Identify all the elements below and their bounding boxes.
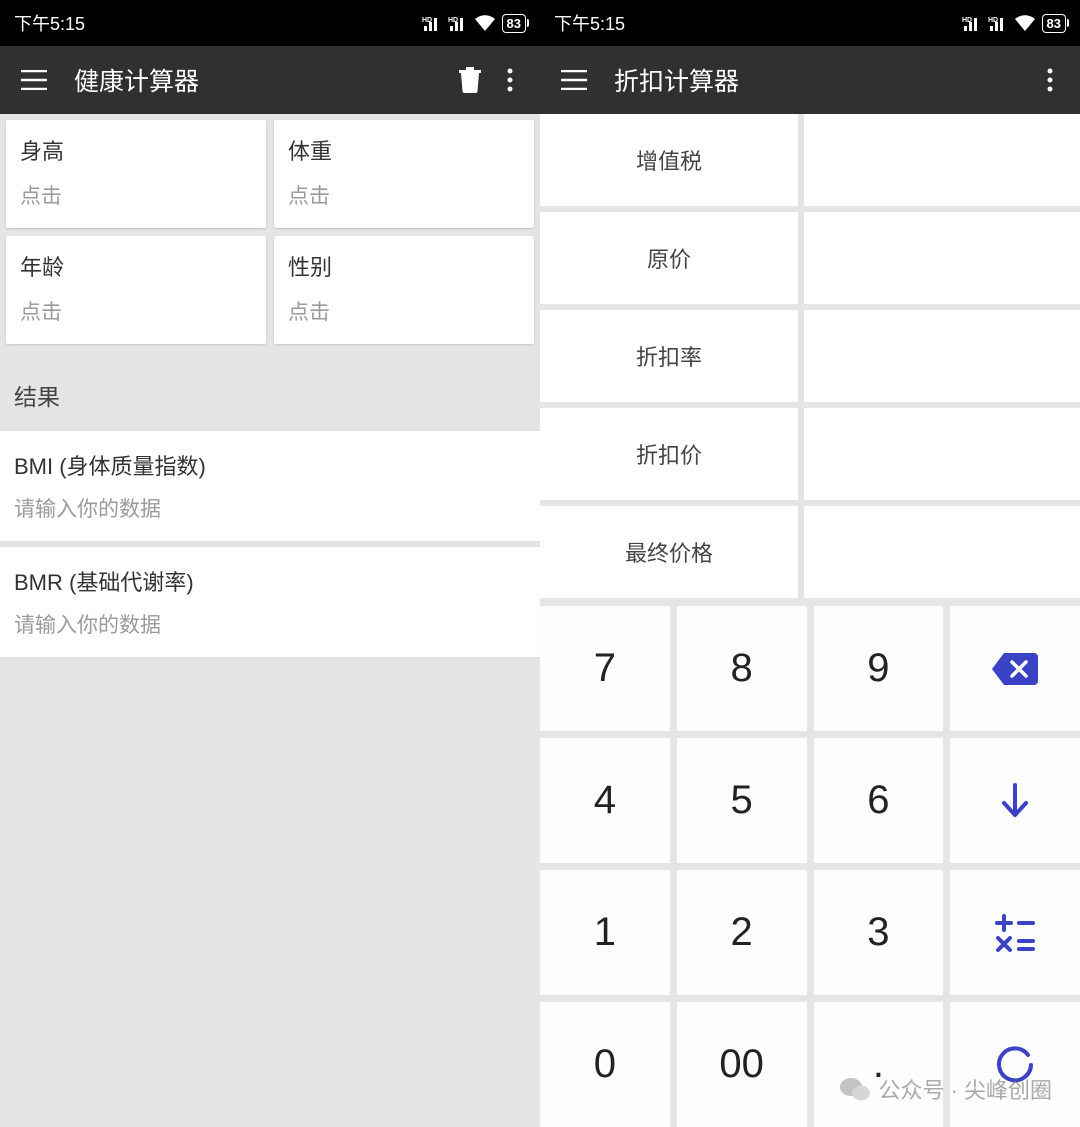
- field-discount-price: 折扣价: [540, 408, 1080, 500]
- keypad: 7 8 9 4 5 6 1 2 3: [540, 604, 1080, 1127]
- status-icons: HD HD 83: [962, 14, 1066, 33]
- screen-discount-calculator: 下午5:15 HD HD 83 折扣计算器 增值税 原: [540, 0, 1080, 1127]
- result-bmi: BMI (身体质量指数) 请输入你的数据: [0, 430, 540, 542]
- result-sub: 请输入你的数据: [14, 493, 526, 523]
- signal-hd-icon: HD: [962, 15, 982, 31]
- more-icon[interactable]: [490, 60, 530, 100]
- input-hint: 点击: [20, 296, 252, 326]
- results-header: 结果: [0, 350, 540, 430]
- input-hint: 点击: [288, 296, 520, 326]
- result-sub: 请输入你的数据: [14, 609, 526, 639]
- operators-icon: [994, 912, 1036, 954]
- input-label: 体重: [288, 134, 520, 166]
- field-vat: 增值税: [540, 114, 1080, 206]
- key-7[interactable]: 7: [540, 606, 670, 731]
- wifi-icon: [474, 15, 496, 31]
- field-label: 折扣价: [540, 408, 798, 500]
- signal-hd-icon: HD: [422, 15, 442, 31]
- key-5[interactable]: 5: [677, 738, 807, 863]
- status-bar: 下午5:15 HD HD 83: [540, 0, 1080, 46]
- app-title: 折扣计算器: [594, 62, 1030, 98]
- menu-icon[interactable]: [554, 60, 594, 100]
- input-gender[interactable]: 性别 点击: [274, 236, 534, 344]
- field-value[interactable]: [804, 310, 1080, 402]
- battery-level: 83: [507, 16, 521, 31]
- status-icons: HD HD 83: [422, 14, 526, 33]
- more-icon[interactable]: [1030, 60, 1070, 100]
- key-reset[interactable]: [950, 1002, 1080, 1127]
- key-8[interactable]: 8: [677, 606, 807, 731]
- input-label: 身高: [20, 134, 252, 166]
- key-0[interactable]: 0: [540, 1002, 670, 1127]
- screen-health-calculator: 下午5:15 HD HD 83 健康计算器 身高 点击: [0, 0, 540, 1127]
- key-operators[interactable]: [950, 870, 1080, 995]
- empty-area: [0, 658, 540, 1127]
- battery-level: 83: [1047, 16, 1061, 31]
- result-title: BMR (基础代谢率): [14, 565, 526, 597]
- input-label: 年龄: [20, 250, 252, 282]
- field-label: 最终价格: [540, 506, 798, 598]
- input-grid: 身高 点击 体重 点击 年龄 点击 性别 点击: [0, 114, 540, 350]
- key-dot[interactable]: .: [814, 1002, 944, 1127]
- arrow-down-icon: [998, 781, 1032, 821]
- key-00[interactable]: 00: [677, 1002, 807, 1127]
- key-2[interactable]: 2: [677, 870, 807, 995]
- backspace-icon: [990, 651, 1040, 687]
- field-label: 增值税: [540, 114, 798, 206]
- app-bar: 折扣计算器: [540, 46, 1080, 114]
- watermark-text: 公众号 · 尖峰创圈: [878, 1073, 1052, 1105]
- wechat-icon: [840, 1076, 870, 1102]
- field-value[interactable]: [804, 114, 1080, 206]
- input-hint: 点击: [20, 180, 252, 210]
- status-time: 下午5:15: [554, 10, 962, 36]
- input-age[interactable]: 年龄 点击: [6, 236, 266, 344]
- wifi-icon: [1014, 15, 1036, 31]
- field-value[interactable]: [804, 212, 1080, 304]
- battery-icon: 83: [1042, 14, 1066, 33]
- field-label: 折扣率: [540, 310, 798, 402]
- battery-icon: 83: [502, 14, 526, 33]
- field-value[interactable]: [804, 408, 1080, 500]
- key-6[interactable]: 6: [814, 738, 944, 863]
- input-weight[interactable]: 体重 点击: [274, 120, 534, 228]
- app-bar: 健康计算器: [0, 46, 540, 114]
- field-value[interactable]: [804, 506, 1080, 598]
- signal-hd-icon-2: HD: [988, 15, 1008, 31]
- input-label: 性别: [288, 250, 520, 282]
- field-final-price: 最终价格: [540, 506, 1080, 598]
- field-list: 增值税 原价 折扣率 折扣价 最终价格: [540, 114, 1080, 604]
- result-title: BMI (身体质量指数): [14, 449, 526, 481]
- watermark: 公众号 · 尖峰创圈: [840, 1073, 1052, 1105]
- key-9[interactable]: 9: [814, 606, 944, 731]
- input-height[interactable]: 身高 点击: [6, 120, 266, 228]
- field-discount-rate: 折扣率: [540, 310, 1080, 402]
- status-bar: 下午5:15 HD HD 83: [0, 0, 540, 46]
- key-backspace[interactable]: [950, 606, 1080, 731]
- key-1[interactable]: 1: [540, 870, 670, 995]
- input-hint: 点击: [288, 180, 520, 210]
- field-label: 原价: [540, 212, 798, 304]
- key-4[interactable]: 4: [540, 738, 670, 863]
- app-title: 健康计算器: [54, 62, 450, 98]
- menu-icon[interactable]: [14, 60, 54, 100]
- signal-hd-icon-2: HD: [448, 15, 468, 31]
- status-time: 下午5:15: [14, 10, 422, 36]
- trash-icon[interactable]: [450, 60, 490, 100]
- key-3[interactable]: 3: [814, 870, 944, 995]
- field-original-price: 原价: [540, 212, 1080, 304]
- key-arrow-down[interactable]: [950, 738, 1080, 863]
- result-bmr: BMR (基础代谢率) 请输入你的数据: [0, 546, 540, 658]
